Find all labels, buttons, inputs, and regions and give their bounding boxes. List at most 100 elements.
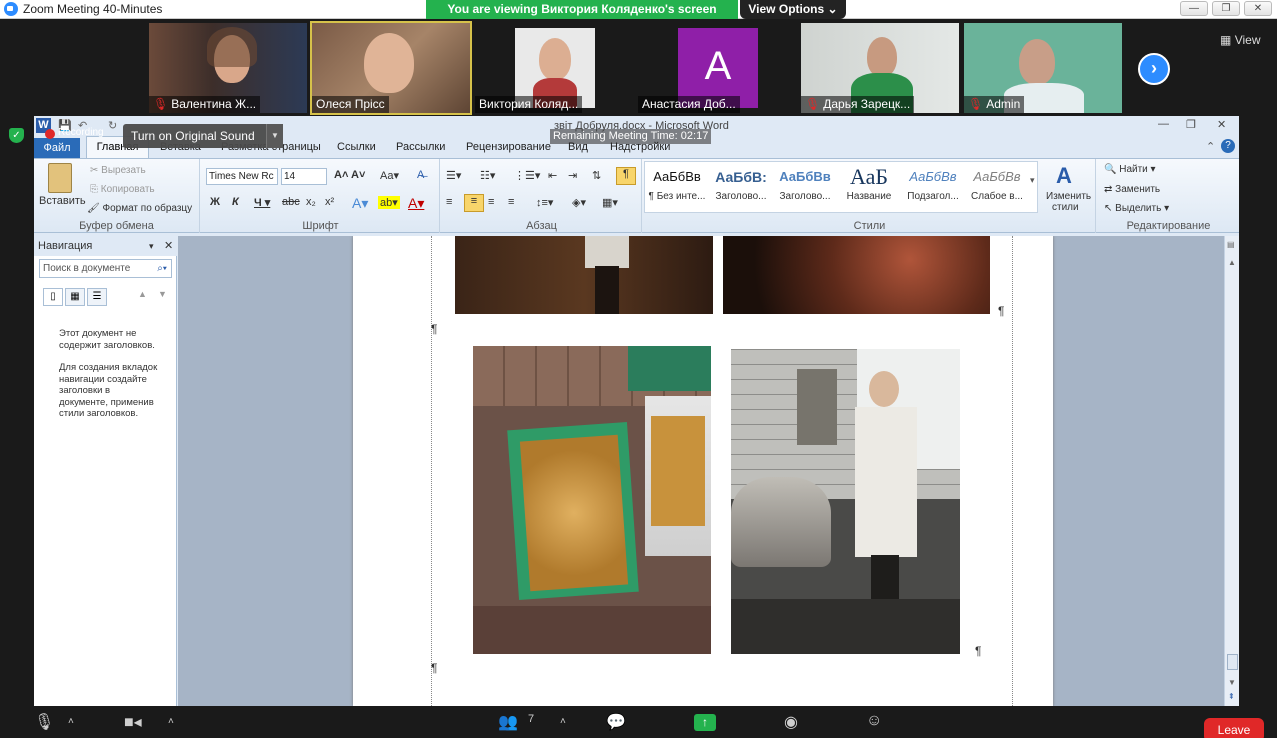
nav-prev-icon[interactable]: ▲ — [138, 289, 147, 299]
grow-font-icon[interactable]: A˄ A˅ — [334, 169, 365, 181]
find-button[interactable]: 🔍 Найти ▾ — [1104, 164, 1156, 175]
leave-button[interactable]: Leave — [1204, 718, 1264, 738]
nav-results-tab[interactable]: ☰ — [87, 288, 107, 306]
video-tile[interactable]: 🎙 Admin — [964, 23, 1122, 113]
redo-icon[interactable]: ↻ — [108, 119, 117, 132]
participants-icon[interactable]: 👥 — [498, 712, 518, 732]
increase-indent-icon[interactable]: ⇥ — [568, 169, 577, 182]
clear-format-icon[interactable]: A̶ — [417, 169, 424, 181]
original-sound-dropdown-icon[interactable]: ▼ — [266, 124, 283, 148]
scroll-up-icon[interactable]: ▲ — [1228, 258, 1236, 267]
vertical-scrollbar[interactable]: ▤ ▲ ▼ ⇞ — [1224, 236, 1239, 706]
shading-icon[interactable]: ◈▾ — [572, 196, 586, 209]
participants-chevron-icon[interactable]: ˄ — [560, 716, 566, 727]
font-size-select[interactable]: 14 — [281, 168, 327, 185]
close-button[interactable]: ✕ — [1244, 1, 1272, 16]
video-tile[interactable]: 🎙 Валентина Ж... — [149, 23, 307, 113]
line-spacing-icon[interactable]: ↕≡▾ — [536, 196, 553, 209]
next-page-arrow-icon[interactable]: › — [1138, 53, 1170, 85]
nav-close-icon[interactable]: ✕ — [164, 236, 173, 256]
paste-button[interactable]: Вставить — [39, 195, 86, 207]
style-subtle-emphasis[interactable]: АаБбВв Слабое в... — [966, 163, 1028, 211]
document-photo-1[interactable] — [455, 236, 713, 314]
nav-next-icon[interactable]: ▼ — [158, 289, 167, 299]
change-styles-label-1[interactable]: Изменить — [1046, 191, 1091, 202]
prev-page-icon[interactable]: ⇞ — [1228, 692, 1235, 701]
borders-icon[interactable]: ▦▾ — [602, 196, 618, 209]
document-photo-4[interactable] — [731, 349, 960, 654]
maximize-button[interactable]: ❐ — [1212, 1, 1240, 16]
strikethrough-icon[interactable]: abc — [282, 196, 300, 208]
help-icon[interactable]: ? — [1221, 139, 1235, 153]
style-heading-2[interactable]: АаБбВв Заголово... — [774, 163, 836, 211]
video-tile[interactable]: Виктория Коляд... — [475, 23, 633, 113]
tab-addins[interactable]: Надстройки — [610, 141, 670, 153]
document-photo-3[interactable] — [473, 346, 711, 654]
bold-icon[interactable]: Ж — [210, 196, 220, 208]
font-color-icon[interactable]: A▾ — [408, 195, 424, 212]
justify-icon[interactable]: ≡ — [508, 196, 514, 208]
change-styles-label-2[interactable]: стили — [1052, 202, 1079, 213]
tab-file[interactable]: Файл — [34, 138, 80, 158]
tab-view[interactable]: Вид — [568, 141, 588, 153]
original-sound-button[interactable]: Turn on Original Sound — [123, 124, 283, 148]
show-formatting-icon[interactable]: ¶ — [616, 167, 636, 185]
change-styles-icon[interactable]: A — [1056, 163, 1072, 189]
word-close-icon[interactable]: ✕ — [1217, 118, 1226, 131]
italic-icon[interactable]: К — [232, 196, 239, 208]
text-effects-icon[interactable]: A▾ — [352, 195, 368, 212]
video-camera-icon[interactable]: ■◂ — [124, 712, 142, 732]
mute-mic-icon[interactable]: 🎙 — [34, 712, 54, 732]
nav-pages-tab[interactable]: ▦ — [65, 288, 85, 306]
highlight-icon[interactable]: ab▾ — [378, 196, 400, 209]
nav-menu-icon[interactable]: ▾ — [149, 236, 154, 256]
nav-search-input[interactable]: Поиск в документе ⌕▾ — [39, 259, 172, 278]
reactions-icon[interactable]: ☺ — [866, 712, 882, 730]
subscript-icon[interactable]: x₂ — [306, 196, 316, 208]
scroll-down-icon[interactable]: ▼ — [1228, 678, 1236, 687]
replace-button[interactable]: ⇄ Заменить — [1104, 184, 1160, 195]
video-tile-active-speaker[interactable]: Олеся Прісс — [310, 21, 472, 115]
copy-button[interactable]: ⎘ Копировать — [90, 184, 155, 195]
sort-icon[interactable]: ⇅ — [592, 169, 601, 182]
tab-review[interactable]: Рецензирование — [466, 141, 551, 153]
audio-options-chevron-icon[interactable]: ˄ — [68, 716, 74, 727]
video-tile[interactable]: A Анастасия Доб... — [638, 23, 796, 113]
numbering-icon[interactable]: ☷▾ — [480, 169, 495, 182]
cut-button[interactable]: ✂ Вырезать — [90, 165, 146, 176]
style-subtitle[interactable]: АаБбВв Подзагол... — [902, 163, 964, 211]
search-icon[interactable]: ⌕▾ — [157, 260, 167, 277]
change-case-icon[interactable]: Aa▾ — [380, 169, 399, 182]
share-screen-icon[interactable]: ↑ — [694, 714, 716, 731]
view-options-button[interactable]: View Options ⌄ — [740, 0, 846, 19]
superscript-icon[interactable]: x² — [325, 196, 334, 208]
video-options-chevron-icon[interactable]: ˄ — [168, 716, 174, 727]
ruler-toggle-icon[interactable]: ▤ — [1227, 240, 1235, 249]
minimize-button[interactable]: — — [1180, 1, 1208, 16]
word-minimize-icon[interactable]: — — [1158, 118, 1169, 130]
security-shield-icon[interactable]: ✓ — [9, 128, 24, 143]
align-left-icon[interactable]: ≡ — [446, 196, 452, 208]
document-photo-2[interactable] — [723, 236, 990, 314]
bullets-icon[interactable]: ☰▾ — [446, 169, 461, 182]
chat-icon[interactable]: 💬 — [606, 712, 626, 732]
align-center-icon[interactable]: ≡ — [464, 194, 484, 212]
style-heading-1[interactable]: АаБбВ: Заголово... — [710, 163, 772, 211]
tab-mailings[interactable]: Рассылки — [396, 141, 445, 153]
word-restore-icon[interactable]: ❐ — [1186, 118, 1196, 131]
paste-icon[interactable] — [48, 163, 72, 193]
collapse-ribbon-icon[interactable]: ⌃ — [1206, 140, 1215, 153]
align-right-icon[interactable]: ≡ — [488, 196, 494, 208]
format-painter-button[interactable]: 🖌 Формат по образцу — [87, 203, 192, 214]
style-no-spacing[interactable]: АаБбВв ¶ Без инте... — [646, 163, 708, 211]
record-icon[interactable]: ◉ — [784, 712, 798, 732]
nav-headings-tab[interactable]: ▯ — [43, 288, 63, 306]
multilevel-list-icon[interactable]: ⋮☰▾ — [514, 169, 540, 182]
tab-references[interactable]: Ссылки — [337, 141, 376, 153]
underline-icon[interactable]: Ч ▾ — [254, 196, 270, 209]
document-page[interactable]: ¶ ¶ ¶ ¶ — [353, 236, 1053, 706]
scroll-thumb[interactable] — [1227, 654, 1238, 670]
video-tile[interactable]: 🎙 Дарья Зарецк... — [801, 23, 959, 113]
font-name-select[interactable]: Times New Rc — [206, 168, 278, 185]
select-button[interactable]: ↖ Выделить ▾ — [1104, 203, 1169, 214]
